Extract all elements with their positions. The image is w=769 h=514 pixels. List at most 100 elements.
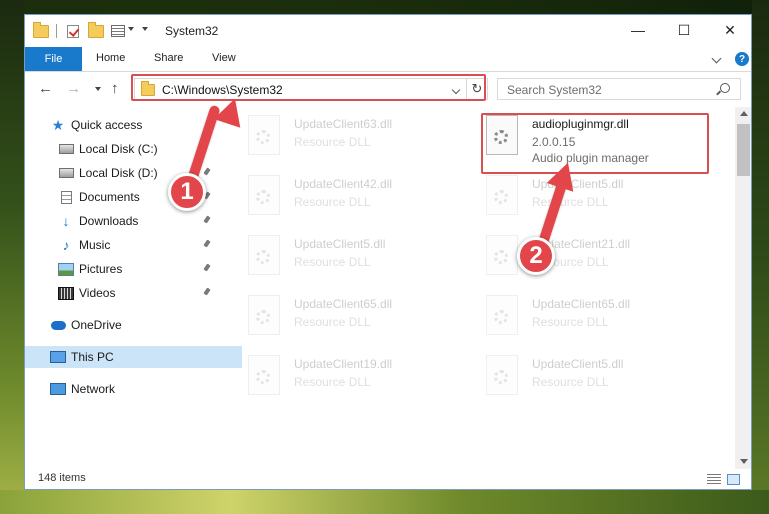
search-icon[interactable] (720, 83, 730, 93)
sidebar-item-documents[interactable]: Documents (25, 186, 250, 208)
scrollbar-thumb[interactable] (737, 124, 750, 176)
sidebar-item-local-disk-c[interactable]: Local Disk (C:) (25, 138, 250, 160)
sidebar-item-label: Music (79, 238, 111, 252)
sidebar-item-network[interactable]: Network (25, 378, 242, 400)
desktop-background-left (0, 0, 24, 514)
expand-ribbon-icon[interactable] (711, 53, 722, 64)
new-folder-icon[interactable] (88, 21, 104, 39)
file-tile[interactable]: UpdateClient5.dll Resource DLL (471, 167, 691, 222)
file-tile[interactable]: UpdateClient21.dll Resource DLL (471, 227, 691, 282)
file-type: Resource DLL (532, 315, 609, 329)
sidebar-item-downloads[interactable]: ↓ Downloads (25, 210, 250, 232)
scroll-up-icon[interactable] (740, 111, 748, 116)
tab-view[interactable]: View (212, 52, 236, 64)
sidebar-item-label: Documents (79, 190, 140, 204)
file-tile[interactable]: UpdateClient65.dll Resource DLL (471, 287, 691, 342)
network-icon (50, 381, 66, 397)
annotation-badge-1: 1 (168, 173, 206, 211)
computer-icon (50, 349, 66, 365)
dll-file-icon (248, 295, 280, 335)
pin-icon[interactable] (203, 215, 211, 224)
desktop-background-right (752, 0, 769, 514)
properties-icon[interactable] (110, 23, 126, 39)
file-tile[interactable]: UpdateClient42.dll Resource DLL (233, 167, 453, 222)
navigation-pane: ★ Quick access Local Disk (C:) Local Dis… (25, 107, 242, 469)
scroll-down-icon[interactable] (740, 459, 748, 464)
tiles-view-icon[interactable] (727, 474, 740, 485)
dll-file-icon (248, 175, 280, 215)
customize-toolbar-dropdown-icon[interactable] (128, 27, 134, 31)
drive-icon (58, 141, 74, 157)
sidebar-item-pictures[interactable]: Pictures (25, 258, 250, 280)
pin-icon[interactable] (203, 287, 211, 296)
sidebar-item-onedrive[interactable]: OneDrive (25, 314, 242, 336)
dll-file-icon (486, 355, 518, 395)
music-icon: ♪ (62, 237, 70, 253)
documents-icon (58, 189, 74, 205)
address-row: ← → ↑ C:\Windows\System32 ↻ Search Syste… (25, 72, 751, 106)
sidebar-item-label: OneDrive (71, 318, 122, 332)
sidebar-item-videos[interactable]: Videos (25, 282, 250, 304)
pictures-icon (58, 261, 74, 277)
forward-button[interactable]: → (66, 81, 81, 97)
file-tile[interactable]: UpdateClient65.dll Resource DLL (233, 287, 453, 342)
file-highlight-box (481, 113, 709, 174)
tab-file[interactable]: File (25, 47, 82, 71)
up-button[interactable]: ↑ (111, 81, 119, 97)
file-type: Resource DLL (294, 375, 371, 389)
file-tile[interactable]: UpdateClient5.dll Resource DLL (233, 227, 453, 282)
vertical-scrollbar[interactable] (735, 107, 751, 469)
sidebar-item-local-disk-d[interactable]: Local Disk (D:) (25, 162, 250, 184)
close-button[interactable]: ✕ (707, 15, 751, 45)
file-name: UpdateClient65.dll (294, 297, 393, 311)
annotation-badge-2: 2 (517, 237, 555, 275)
properties-check-icon[interactable] (65, 23, 81, 39)
tab-share[interactable]: Share (154, 52, 183, 64)
file-tile[interactable]: UpdateClient5.dll Resource DLL (471, 347, 691, 402)
sidebar-item-label: Network (71, 382, 116, 396)
sidebar-item-label: Quick access (71, 118, 143, 132)
sidebar-item-label: Local Disk (D:) (79, 166, 158, 180)
recent-locations-dropdown-icon[interactable] (95, 87, 101, 91)
dll-file-icon (486, 175, 518, 215)
details-view-icon[interactable] (707, 474, 721, 485)
help-icon[interactable]: ? (735, 52, 749, 66)
folder-icon (33, 21, 49, 39)
dll-file-icon (486, 235, 518, 275)
star-icon: ★ (51, 116, 65, 133)
search-input[interactable]: Search System32 (497, 78, 741, 100)
dll-file-icon (248, 355, 280, 395)
minimize-button[interactable]: — (615, 15, 661, 45)
drive-icon (58, 165, 74, 181)
sidebar-item-music[interactable]: ♪ Music (25, 234, 250, 256)
dll-file-icon (248, 235, 280, 275)
file-name: UpdateClient5.dll (294, 237, 386, 251)
window-title: System32 (165, 24, 219, 38)
file-tile[interactable]: UpdateClient19.dll Resource DLL (233, 347, 453, 402)
videos-icon (58, 285, 74, 301)
back-button[interactable]: ← (38, 81, 53, 97)
toolbar-separator (56, 24, 57, 38)
tab-home[interactable]: Home (96, 52, 125, 64)
maximize-button[interactable]: ☐ (661, 15, 707, 45)
ribbon-tabs: File Home Share View ? (25, 47, 751, 72)
file-tile[interactable]: UpdateClient63.dll Resource DLL (233, 107, 453, 162)
file-name: UpdateClient63.dll (294, 117, 393, 131)
sidebar-item-this-pc[interactable]: This PC (25, 346, 242, 368)
explorer-window: System32 — ☐ ✕ File Home Share View ? ← … (24, 14, 752, 490)
file-type: Resource DLL (532, 375, 609, 389)
pin-icon[interactable] (203, 167, 211, 176)
pin-icon[interactable] (203, 239, 211, 248)
file-name: UpdateClient5.dll (532, 177, 624, 191)
file-name: UpdateClient19.dll (294, 357, 393, 371)
file-name: UpdateClient65.dll (532, 297, 631, 311)
sidebar-item-label: Local Disk (C:) (79, 142, 158, 156)
quick-access-dropdown-icon[interactable] (142, 27, 148, 31)
pin-icon[interactable] (203, 263, 211, 272)
address-highlight-box (131, 74, 486, 101)
file-type: Resource DLL (294, 135, 371, 149)
search-placeholder: Search System32 (507, 83, 602, 97)
desktop-background-bottom (0, 490, 769, 514)
download-icon: ↓ (62, 213, 70, 229)
file-type: Resource DLL (294, 255, 371, 269)
